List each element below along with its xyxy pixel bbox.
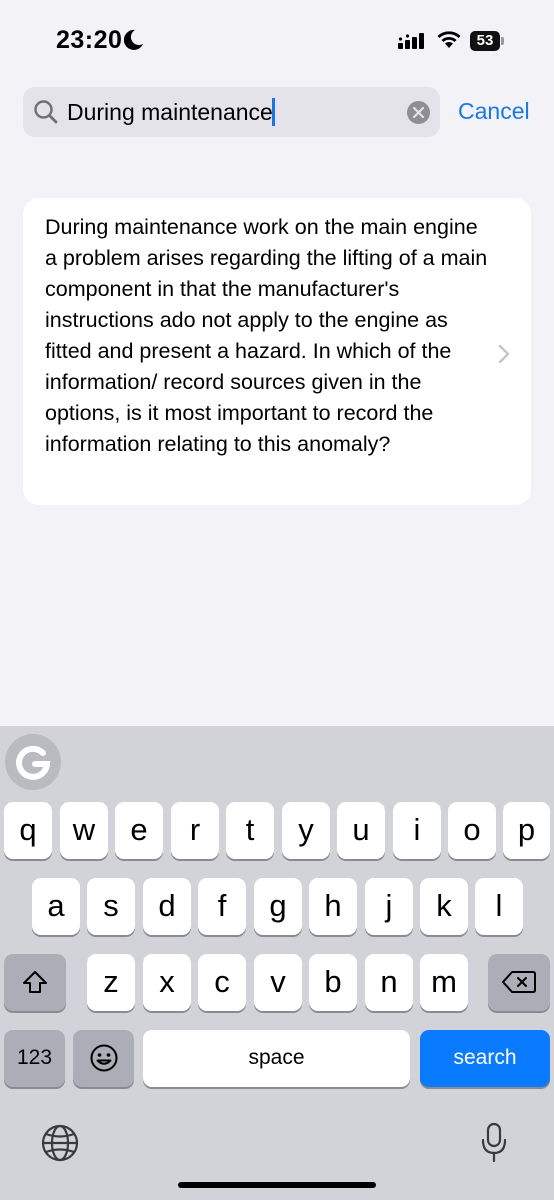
search-key[interactable]: search [420, 1030, 550, 1087]
key-h[interactable]: h [309, 878, 357, 935]
key-r[interactable]: r [171, 802, 219, 859]
key-a[interactable]: a [32, 878, 80, 935]
clear-icon[interactable] [407, 101, 430, 124]
key-w[interactable]: w [60, 802, 108, 859]
space-key[interactable]: space [143, 1030, 410, 1087]
emoji-key[interactable] [73, 1030, 134, 1087]
key-x[interactable]: x [143, 954, 191, 1011]
key-p[interactable]: p [503, 802, 550, 859]
key-q[interactable]: q [4, 802, 52, 859]
key-n[interactable]: n [365, 954, 413, 1011]
key-c[interactable]: c [198, 954, 246, 1011]
search-field[interactable]: During maintenance [23, 87, 440, 137]
moon-icon [123, 29, 144, 56]
key-v[interactable]: v [254, 954, 302, 1011]
key-i[interactable]: i [393, 802, 441, 859]
keyboard: q w e r t y u i o p a s d f g h j k l z … [0, 726, 554, 1200]
key-u[interactable]: u [337, 802, 385, 859]
status-time: 23:20 [56, 26, 123, 54]
key-b[interactable]: b [309, 954, 357, 1011]
key-f[interactable]: f [198, 878, 246, 935]
result-text: During maintenance work on the main engi… [45, 215, 488, 456]
grammarly-icon[interactable] [5, 734, 61, 790]
key-e[interactable]: e [115, 802, 163, 859]
key-s[interactable]: s [87, 878, 135, 935]
shift-icon [23, 971, 47, 993]
key-t[interactable]: t [226, 802, 274, 859]
globe-icon[interactable] [40, 1123, 80, 1168]
battery-icon: 53 [470, 31, 504, 51]
search-icon [33, 99, 59, 130]
search-input[interactable]: During maintenance [67, 97, 275, 126]
key-z[interactable]: z [87, 954, 135, 1011]
delete-key[interactable] [488, 954, 550, 1011]
home-indicator [178, 1182, 376, 1188]
microphone-icon[interactable] [480, 1122, 508, 1169]
numbers-key[interactable]: 123 [4, 1030, 65, 1087]
key-m[interactable]: m [420, 954, 468, 1011]
key-l[interactable]: l [475, 878, 523, 935]
battery-level: 53 [476, 32, 494, 49]
key-k[interactable]: k [420, 878, 468, 935]
status-bar: 23:20 53 [0, 0, 554, 80]
signal-icon [398, 32, 428, 55]
key-o[interactable]: o [448, 802, 496, 859]
key-g[interactable]: g [254, 878, 302, 935]
key-y[interactable]: y [282, 802, 330, 859]
search-query: During maintenance [67, 99, 273, 125]
key-d[interactable]: d [143, 878, 191, 935]
key-j[interactable]: j [365, 878, 413, 935]
search-result-item[interactable]: During maintenance work on the main engi… [23, 198, 531, 505]
delete-icon [502, 971, 536, 993]
chevron-right-icon [497, 343, 511, 370]
wifi-icon [436, 30, 462, 55]
shift-key[interactable] [4, 954, 66, 1011]
emoji-icon [90, 1044, 117, 1072]
cancel-button[interactable]: Cancel [458, 98, 530, 125]
text-caret [271, 97, 275, 126]
